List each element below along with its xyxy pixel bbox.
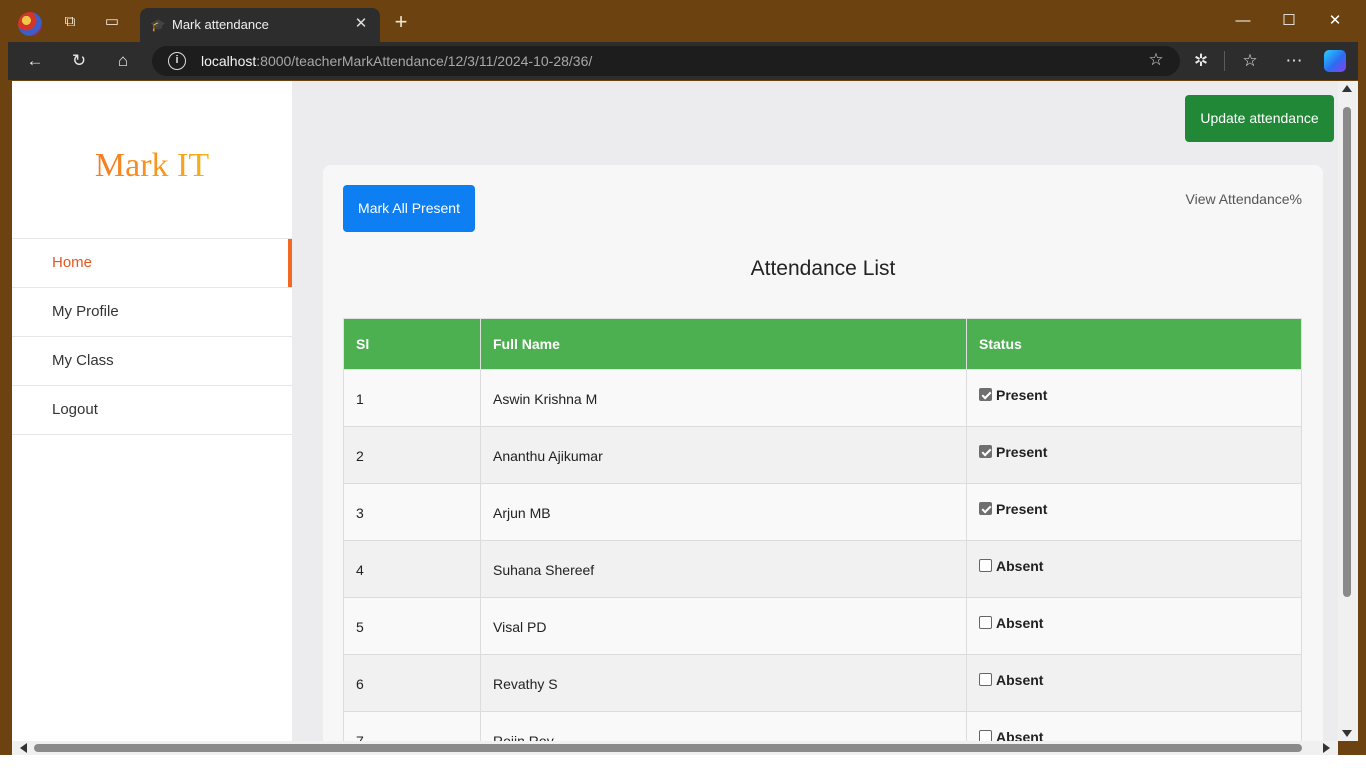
cell-sl: 4 — [343, 540, 481, 598]
reload-icon[interactable]: ↻ — [68, 50, 90, 72]
cell-full-name: Ananthu Ajikumar — [480, 426, 967, 484]
extensions-icon[interactable]: ✲ — [1190, 50, 1212, 72]
favorite-star-icon[interactable]: ☆ — [1146, 50, 1166, 70]
scroll-down-arrow-icon[interactable] — [1342, 730, 1352, 737]
cell-sl: 1 — [343, 369, 481, 427]
cell-status: Absent — [966, 654, 1302, 712]
cell-full-name: Visal PD — [480, 597, 967, 655]
copilot-icon[interactable] — [1324, 50, 1346, 72]
cell-status: Present — [966, 426, 1302, 484]
cell-status: Present — [966, 483, 1302, 541]
maximize-icon[interactable]: ☐ — [1278, 10, 1300, 32]
sidebar-item-home[interactable]: Home — [12, 239, 292, 288]
attendance-table: Sl Full Name Status 1 Aswin Krishna M Pres… — [343, 318, 1302, 741]
sidebar-menu: Home My Profile My Class Logout — [12, 238, 292, 435]
cell-full-name: Revathy S — [480, 654, 967, 712]
browser-toolbar: ← ↻ ⌂ i localhost:8000/teacherMarkAttend… — [8, 42, 1358, 80]
new-tab-icon[interactable]: + — [390, 11, 412, 34]
cell-status: Absent — [966, 597, 1302, 655]
cell-sl: 7 — [343, 711, 481, 741]
tab-title: Mark attendance — [172, 17, 269, 32]
sidebar-item-logout[interactable]: Logout — [12, 386, 292, 435]
back-icon[interactable]: ← — [24, 50, 46, 72]
vertical-scrollbar[interactable] — [1338, 81, 1358, 741]
table-row: 1 Aswin Krishna M Present — [343, 369, 1302, 427]
table-row: 7 Rojin Roy Absent — [343, 711, 1302, 741]
status-label: Present — [996, 501, 1048, 517]
favorites-icon[interactable]: ☆ — [1239, 50, 1261, 72]
column-header-status: Status — [966, 318, 1302, 370]
attendance-checkbox[interactable] — [979, 673, 992, 686]
table-row: 2 Ananthu Ajikumar Present — [343, 426, 1302, 484]
attendance-checkbox[interactable] — [979, 559, 992, 572]
status-label: Present — [996, 444, 1048, 460]
mark-all-present-button[interactable]: Mark All Present — [343, 185, 475, 232]
horizontal-scrollbar[interactable] — [12, 741, 1338, 755]
horizontal-scroll-thumb[interactable] — [34, 744, 1302, 752]
window-close-icon[interactable]: ✕ — [1324, 10, 1346, 32]
cell-full-name: Suhana Shereef — [480, 540, 967, 598]
table-header-row: Sl Full Name Status — [343, 318, 1302, 370]
attendance-checkbox[interactable] — [979, 388, 992, 401]
status-label: Absent — [996, 672, 1044, 688]
tab-actions-icon[interactable]: ▭ — [102, 12, 122, 32]
graduation-cap-icon: 🎓 — [150, 18, 166, 32]
taskbar-edge — [0, 755, 1366, 768]
sidebar-item-my-profile[interactable]: My Profile — [12, 288, 292, 337]
update-attendance-button[interactable]: Update attendance — [1185, 95, 1334, 142]
attendance-card: Mark All Present View Attendance% Attend… — [323, 165, 1323, 741]
sidebar: Mark IT Home My Profile My Class Logout — [12, 81, 292, 741]
vertical-scroll-thumb[interactable] — [1343, 107, 1351, 597]
cell-sl: 3 — [343, 483, 481, 541]
cell-full-name: Aswin Krishna M — [480, 369, 967, 427]
table-row: 3 Arjun MB Present — [343, 483, 1302, 541]
scroll-right-arrow-icon[interactable] — [1323, 743, 1330, 753]
more-options-icon[interactable]: ⋯ — [1283, 50, 1305, 72]
status-label: Absent — [996, 558, 1044, 574]
attendance-checkbox[interactable] — [979, 730, 992, 741]
address-bar[interactable]: i localhost:8000/teacherMarkAttendance/1… — [152, 46, 1180, 76]
sidebar-item-my-class[interactable]: My Class — [12, 337, 292, 386]
browser-tab[interactable]: 🎓 Mark attendance ✕ — [140, 8, 380, 42]
toolbar-divider — [1224, 51, 1225, 71]
browser-titlebar: ⧉ ▭ 🎓 Mark attendance ✕ + — ☐ ✕ — [0, 0, 1366, 42]
cell-sl: 6 — [343, 654, 481, 712]
page-title: Attendance List — [750, 257, 896, 280]
scroll-left-arrow-icon[interactable] — [20, 743, 27, 753]
workspaces-icon[interactable]: ⧉ — [60, 12, 80, 32]
attendance-checkbox[interactable] — [979, 502, 992, 515]
app-logo: Mark IT — [12, 147, 292, 185]
close-icon[interactable]: ✕ — [352, 15, 370, 33]
url-text: localhost:8000/teacherMarkAttendance/12/… — [201, 53, 593, 69]
table-row: 5 Visal PD Absent — [343, 597, 1302, 655]
minimize-icon[interactable]: — — [1232, 10, 1254, 32]
cell-status: Absent — [966, 711, 1302, 741]
site-info-icon[interactable]: i — [168, 52, 186, 70]
column-header-full-name: Full Name — [480, 318, 967, 370]
cell-full-name: Rojin Roy — [480, 711, 967, 741]
table-row: 6 Revathy S Absent — [343, 654, 1302, 712]
page-viewport: Mark IT Home My Profile My Class Logout … — [12, 81, 1338, 741]
cell-sl: 5 — [343, 597, 481, 655]
cell-status: Absent — [966, 540, 1302, 598]
cell-status: Present — [966, 369, 1302, 427]
view-attendance-link[interactable]: View Attendance% — [1186, 191, 1303, 207]
cell-full-name: Arjun MB — [480, 483, 967, 541]
table-row: 4 Suhana Shereef Absent — [343, 540, 1302, 598]
home-icon[interactable]: ⌂ — [112, 50, 134, 72]
attendance-checkbox[interactable] — [979, 616, 992, 629]
attendance-checkbox[interactable] — [979, 445, 992, 458]
status-label: Absent — [996, 729, 1044, 741]
status-label: Present — [996, 387, 1048, 403]
column-header-sl: Sl — [343, 318, 481, 370]
scroll-up-arrow-icon[interactable] — [1342, 85, 1352, 92]
profile-avatar[interactable] — [18, 12, 42, 36]
cell-sl: 2 — [343, 426, 481, 484]
status-label: Absent — [996, 615, 1044, 631]
